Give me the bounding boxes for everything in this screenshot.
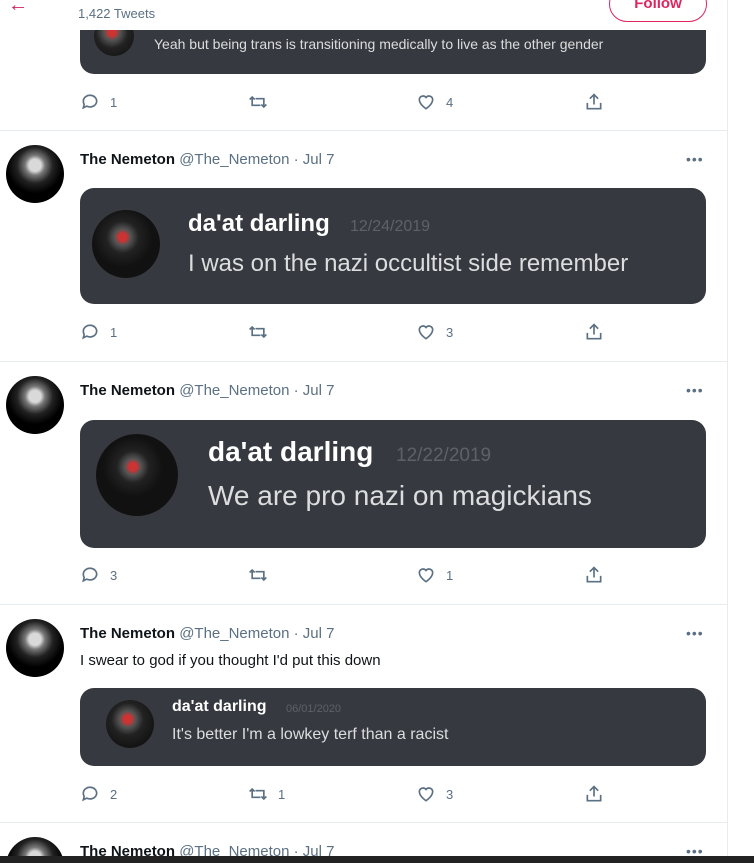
- retweet-button[interactable]: [248, 322, 278, 342]
- retweet-button[interactable]: [248, 565, 278, 585]
- reply-icon: [82, 324, 98, 340]
- card-username: da'at darling: [172, 698, 267, 715]
- reply-count: 1: [110, 324, 118, 340]
- share-button[interactable]: [584, 565, 614, 585]
- tweet-header: The Nemeton @The_Nemeton · Jul 7: [80, 625, 334, 642]
- card-avatar: [92, 210, 160, 278]
- tweet-actions: 1 3: [80, 322, 640, 346]
- card-avatar: [96, 434, 178, 516]
- reply-count: 2: [110, 786, 118, 802]
- avatar[interactable]: [6, 619, 64, 677]
- retweet-button[interactable]: [248, 92, 278, 112]
- like-button[interactable]: 4: [416, 92, 453, 112]
- retweet-count: 1: [278, 786, 286, 802]
- retweet-icon: [249, 787, 267, 801]
- card-message: We are pro nazi on magickians: [208, 480, 592, 511]
- like-count: 1: [446, 567, 454, 583]
- author-handle[interactable]: @The_Nemeton · Jul 7: [179, 382, 334, 399]
- author-name[interactable]: The Nemeton: [80, 382, 175, 399]
- profile-header: ← 1,422 Tweets Follow: [0, 0, 727, 30]
- tweet-header: The Nemeton @The_Nemeton · Jul 7: [80, 382, 334, 399]
- embedded-image-card[interactable]: da'at darling 06/01/2020 It's better I'm…: [80, 688, 706, 766]
- more-icon[interactable]: •••: [686, 382, 704, 398]
- avatar[interactable]: [6, 837, 64, 856]
- tweet-actions: 2 1 3: [80, 784, 640, 808]
- heart-icon: [418, 787, 434, 802]
- follow-button[interactable]: Follow: [609, 0, 707, 22]
- screen-bottom-edge: [0, 856, 754, 863]
- card-date: 06/01/2020: [286, 703, 342, 715]
- avatar[interactable]: [6, 145, 64, 203]
- card-date: 12/24/2019: [350, 218, 431, 235]
- like-count: 3: [446, 324, 454, 340]
- retweet-icon: [249, 568, 267, 582]
- reply-button[interactable]: 1: [80, 322, 117, 342]
- tweet-partial[interactable]: The Nemeton @The_Nemeton · Jul 7 •••: [0, 823, 727, 856]
- tweet-header: The Nemeton @The_Nemeton · Jul 7: [80, 843, 334, 856]
- more-icon[interactable]: •••: [686, 843, 704, 856]
- back-arrow-icon[interactable]: ←: [8, 0, 28, 17]
- author-name[interactable]: The Nemeton: [80, 843, 175, 856]
- share-button[interactable]: [584, 784, 614, 804]
- author-name[interactable]: The Nemeton: [80, 151, 175, 168]
- reply-count: 3: [110, 567, 118, 583]
- like-button[interactable]: 3: [416, 784, 453, 804]
- card-message: It's better I'm a lowkey terf than a rac…: [172, 726, 449, 743]
- heart-icon: [418, 325, 434, 340]
- share-icon: [586, 785, 602, 802]
- share-icon: [586, 93, 602, 110]
- reply-icon: [82, 567, 98, 583]
- tweet-count: 1,422 Tweets: [78, 6, 156, 21]
- author-name[interactable]: The Nemeton: [80, 625, 175, 642]
- retweet-icon: [249, 325, 267, 339]
- embedded-image-card[interactable]: da'at darling 12/22/2019 We are pro nazi…: [80, 420, 706, 548]
- author-handle[interactable]: @The_Nemeton · Jul 7: [179, 843, 334, 856]
- card-date: 12/22/2019: [396, 445, 492, 466]
- retweet-icon: [249, 95, 267, 109]
- tweet-header: The Nemeton @The_Nemeton · Jul 7: [80, 151, 334, 168]
- heart-icon: [418, 95, 434, 110]
- like-count: 4: [446, 94, 454, 110]
- timeline-border: [727, 0, 728, 863]
- more-icon[interactable]: •••: [686, 625, 704, 641]
- tweet-partial[interactable]: Yeah but being trans is transitioning me…: [0, 30, 727, 131]
- avatar[interactable]: [6, 376, 64, 434]
- embedded-image-card: Yeah but being trans is transitioning me…: [80, 30, 706, 74]
- tweet[interactable]: The Nemeton @The_Nemeton · Jul 7 ••• da'…: [0, 362, 727, 605]
- card-message: Yeah but being trans is transitioning me…: [154, 36, 604, 52]
- card-avatar: [106, 700, 154, 748]
- reply-icon: [82, 786, 98, 802]
- author-handle[interactable]: @The_Nemeton · Jul 7: [179, 625, 334, 642]
- reply-icon: [82, 94, 98, 110]
- embedded-image-card[interactable]: da'at darling 12/24/2019 I was on the na…: [80, 188, 706, 304]
- share-icon: [586, 566, 602, 583]
- tweet-actions: 1 4: [80, 92, 640, 116]
- card-message: I was on the nazi occultist side remembe…: [188, 250, 629, 277]
- like-button[interactable]: 1: [416, 565, 453, 585]
- reply-count: 1: [110, 94, 118, 110]
- tweet[interactable]: The Nemeton @The_Nemeton · Jul 7 ••• da'…: [0, 131, 727, 362]
- heart-icon: [418, 568, 434, 583]
- reply-button[interactable]: 2: [80, 784, 117, 804]
- share-button[interactable]: [584, 92, 614, 112]
- card-avatar: [94, 30, 134, 56]
- author-handle[interactable]: @The_Nemeton · Jul 7: [179, 151, 334, 168]
- tweet-actions: 3 1: [80, 565, 640, 589]
- card-username: da'at darling: [208, 436, 374, 467]
- tweet[interactable]: The Nemeton @The_Nemeton · Jul 7 ••• I s…: [0, 605, 727, 823]
- like-button[interactable]: 3: [416, 322, 453, 342]
- reply-button[interactable]: 1: [80, 92, 117, 112]
- reply-button[interactable]: 3: [80, 565, 117, 585]
- like-count: 3: [446, 786, 454, 802]
- card-username: da'at darling: [188, 210, 330, 237]
- more-icon[interactable]: •••: [686, 151, 704, 167]
- share-button[interactable]: [584, 322, 614, 342]
- retweet-button[interactable]: 1: [248, 784, 285, 804]
- share-icon: [586, 323, 602, 340]
- tweet-text: I swear to god if you thought I'd put th…: [80, 652, 381, 669]
